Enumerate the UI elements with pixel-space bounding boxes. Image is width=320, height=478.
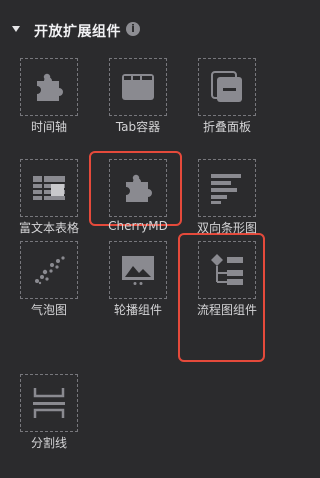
component-label: Tab容器 [115, 120, 161, 134]
component-flowchart[interactable]: 流程图组件 [186, 233, 266, 317]
section-header[interactable]: 开放扩展组件 i [0, 18, 274, 44]
tab-container-icon [122, 74, 154, 100]
divider-icon [33, 388, 65, 418]
component-label: 轮播组件 [113, 303, 162, 317]
component-bubble-chart[interactable]: 气泡图 [8, 233, 88, 317]
info-icon[interactable]: i [126, 22, 140, 36]
component-label: 流程图组件 [196, 303, 257, 317]
component-divider[interactable]: 分割线 [8, 366, 88, 450]
component-tab-container[interactable]: Tab容器 [97, 50, 177, 134]
component-bidirectional-bar-chart[interactable]: 双向条形图 [186, 151, 266, 235]
component-label: CherryMD [108, 219, 168, 233]
component-carousel[interactable]: 轮播组件 [97, 233, 177, 317]
puzzle-icon [126, 174, 152, 202]
component-collapse-panel[interactable]: 折叠面板 [186, 50, 266, 134]
component-timeline[interactable]: 时间轴 [8, 50, 88, 134]
component-label: 分割线 [30, 436, 67, 450]
component-label: 气泡图 [30, 303, 67, 317]
section-title: 开放扩展组件 [34, 24, 121, 40]
rich-text-table-icon [33, 176, 65, 200]
bidirectional-bar-chart-icon [211, 174, 241, 204]
caret-down-icon[interactable] [12, 26, 20, 32]
component-label: 折叠面板 [202, 120, 251, 134]
component-label: 时间轴 [30, 120, 67, 134]
component-rich-text-table[interactable]: 富文本表格 [8, 151, 88, 235]
flowchart-icon [211, 254, 243, 285]
bubble-chart-icon [35, 256, 65, 285]
puzzle-icon [37, 73, 63, 101]
component-cherrymd[interactable]: CherryMD [97, 151, 177, 233]
collapse-panel-icon [211, 71, 242, 102]
carousel-icon [122, 256, 154, 285]
